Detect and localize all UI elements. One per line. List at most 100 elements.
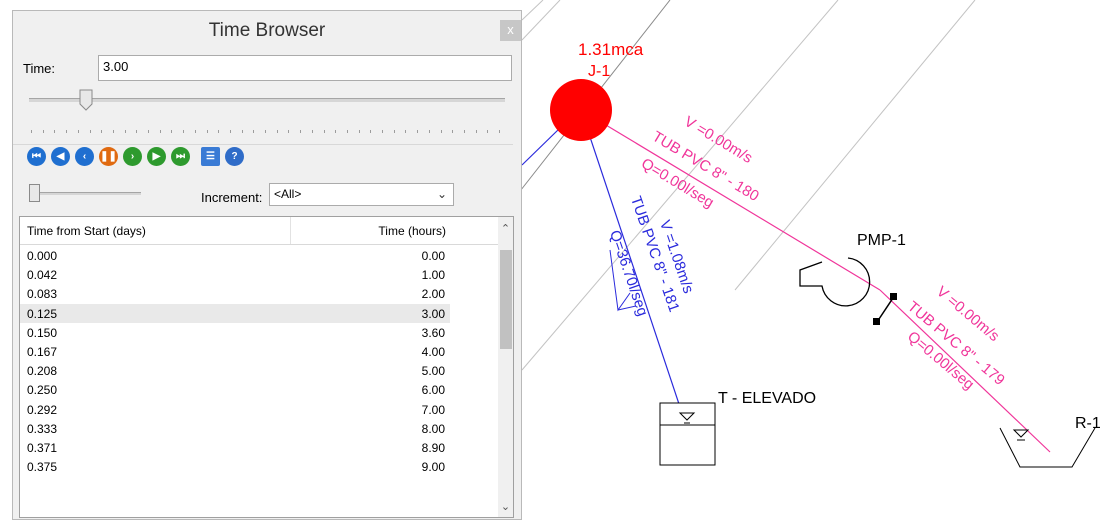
cell-hours: 6.00 xyxy=(421,383,445,398)
slider-tick xyxy=(417,130,419,133)
cell-days: 0.375 xyxy=(27,460,58,475)
slider-tick xyxy=(452,130,454,133)
play-icon[interactable]: ▶ xyxy=(147,147,166,166)
cell-days: 0.000 xyxy=(27,249,58,263)
slider-tick xyxy=(136,130,138,133)
tank-label: T - ELEVADO xyxy=(718,390,817,407)
table-row[interactable]: 0.000 0.00 xyxy=(20,246,450,265)
slider-tick xyxy=(370,130,372,133)
last-icon[interactable]: ⏭ xyxy=(171,147,190,166)
table-row[interactable]: 0.292 7.00 xyxy=(20,400,450,419)
slider-tick xyxy=(440,130,442,133)
cell-days: 0.167 xyxy=(27,345,58,359)
table-row[interactable]: 0.250 6.00 xyxy=(20,380,450,399)
slider-tick xyxy=(335,130,337,133)
scrollbar-thumb[interactable] xyxy=(500,250,512,349)
scroll-down-icon[interactable]: ⌄ xyxy=(498,500,513,513)
cell-hours: 8.90 xyxy=(421,441,445,455)
time-input[interactable]: 3.00 xyxy=(98,55,512,81)
table-row[interactable]: 0.083 2.00 xyxy=(20,284,450,303)
first-icon[interactable]: ⏮ xyxy=(27,147,46,166)
col-time-from-start[interactable]: Time from Start (days) xyxy=(27,224,146,238)
rewind-icon[interactable]: ◀ xyxy=(51,147,70,166)
cell-days: 0.333 xyxy=(27,421,58,436)
slider-tick xyxy=(382,130,383,133)
background-line xyxy=(521,0,561,41)
tank-elevado[interactable] xyxy=(659,402,716,466)
col-time-hours[interactable]: Time (hours) xyxy=(378,224,446,238)
slider-tick xyxy=(77,130,79,133)
reservoir-r1[interactable] xyxy=(999,427,1096,468)
slider-tick xyxy=(393,130,395,133)
window-title: Time Browser xyxy=(208,20,326,41)
table-row[interactable]: 0.333 8.00 xyxy=(20,419,450,438)
time-browser-window: Time Browser x Time: 3.00 ⏮ ◀ ‹ ❚❚ › ▶ ⏭ ☰? Inc… xyxy=(12,10,522,520)
table-header: Time from Start (days) Time (hours) xyxy=(20,217,498,245)
table-row[interactable]: 0.167 4.00 xyxy=(20,342,450,361)
slider-tick xyxy=(241,130,243,133)
increment-label: Increment: xyxy=(201,190,263,205)
slider-tick xyxy=(183,130,185,133)
pump-pmp1[interactable] xyxy=(799,257,871,307)
slider-tick xyxy=(253,130,255,133)
pause-icon[interactable]: ❚❚ xyxy=(99,147,118,166)
table-row[interactable]: 0.375 9.00 xyxy=(20,457,450,476)
cell-hours: 1.00 xyxy=(421,268,445,283)
cell-hours: 0.00 xyxy=(421,249,445,263)
time-label: Time: xyxy=(23,61,56,76)
slider-tick xyxy=(405,130,407,133)
slider-tick xyxy=(171,130,173,133)
cell-days: 0.292 xyxy=(27,402,58,417)
divider xyxy=(13,144,513,145)
slider-tick xyxy=(124,130,126,133)
slider-tick xyxy=(265,130,266,133)
slider-tick xyxy=(89,130,91,133)
cell-hours: 2.00 xyxy=(421,287,445,302)
slider-tick xyxy=(66,130,68,133)
chevron-down-icon[interactable]: ⌄ xyxy=(437,187,447,201)
slider-tick xyxy=(358,130,360,133)
background-line xyxy=(734,0,976,291)
reservoir-label: R-1 xyxy=(1075,415,1101,432)
slider-tick xyxy=(206,130,208,133)
cell-days: 0.150 xyxy=(27,325,58,340)
slider-tick xyxy=(276,130,278,133)
step-forward-icon[interactable]: › xyxy=(123,147,142,166)
close-button[interactable]: x xyxy=(500,20,521,41)
scroll-up-icon[interactable]: ⌃ xyxy=(498,222,513,235)
cell-hours: 3.60 xyxy=(421,325,445,340)
slider-tick xyxy=(499,130,500,133)
cell-hours: 4.00 xyxy=(421,345,445,359)
cell-days: 0.250 xyxy=(27,383,58,398)
help-icon[interactable]: ? xyxy=(225,147,244,166)
increment-select[interactable]: <All> xyxy=(269,183,454,206)
slider-tick xyxy=(288,130,290,133)
table-row[interactable]: 0.150 3.60 xyxy=(20,323,450,342)
table-row[interactable]: 0.042 1.00 xyxy=(20,265,450,284)
table-row[interactable]: 0.371 8.90 xyxy=(20,438,450,457)
junction-j1[interactable] xyxy=(550,79,612,141)
speed-slider-track[interactable] xyxy=(31,192,141,195)
time-slider-track[interactable] xyxy=(29,98,505,102)
speed-slider-thumb[interactable] xyxy=(29,184,40,202)
slider-tick xyxy=(112,130,114,133)
cell-days: 0.042 xyxy=(27,268,58,283)
slider-tick xyxy=(101,130,103,133)
slider-tick xyxy=(475,130,477,133)
cell-hours: 5.00 xyxy=(421,364,445,379)
slider-tick xyxy=(463,130,465,133)
slider-tick xyxy=(159,130,161,133)
time-table: Time from Start (days) Time (hours) 0.00… xyxy=(19,216,514,518)
slider-tick xyxy=(54,130,56,133)
time-slider-thumb[interactable] xyxy=(79,89,93,111)
slider-tick xyxy=(346,130,348,133)
background-line xyxy=(521,0,544,21)
junction-id-label: J-1 xyxy=(588,63,611,80)
slider-tick xyxy=(194,130,196,133)
step-back-icon[interactable]: ‹ xyxy=(75,147,94,166)
list-icon[interactable]: ☰ xyxy=(201,147,220,166)
table-row[interactable]: 0.125 3.00 xyxy=(20,303,450,323)
cell-hours: 9.00 xyxy=(421,460,445,475)
valve-icon[interactable] xyxy=(873,293,897,325)
table-row[interactable]: 0.208 5.00 xyxy=(20,361,450,380)
